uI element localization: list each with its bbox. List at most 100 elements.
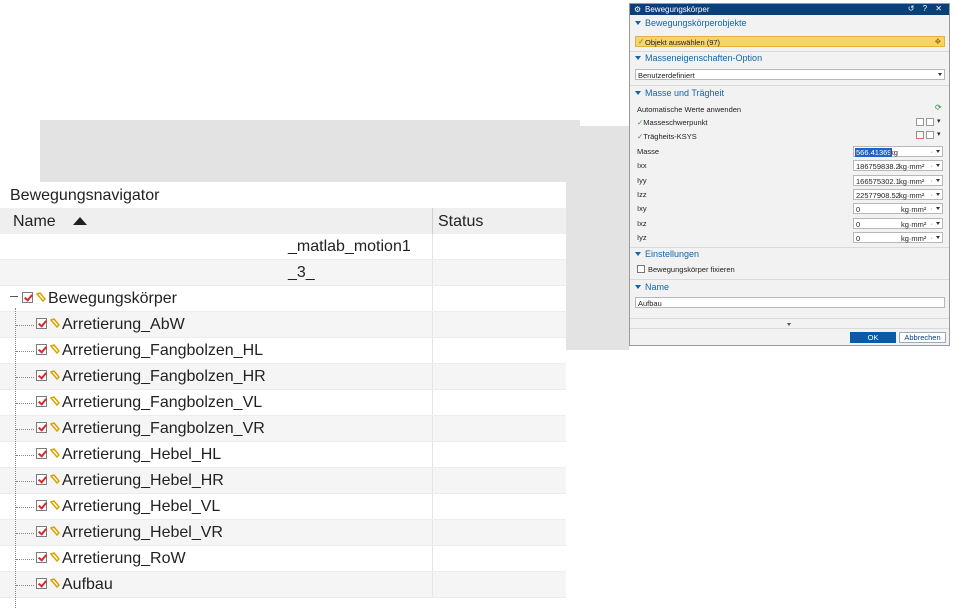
chevron-down-icon[interactable] bbox=[936, 150, 940, 153]
column-status-header[interactable]: Status bbox=[438, 213, 483, 231]
csys-dialog-icon[interactable] bbox=[916, 131, 924, 139]
row-label: Arretierung_Fangbolzen_HL bbox=[62, 342, 264, 359]
formula-menu-icon[interactable]: · bbox=[931, 161, 934, 170]
section-mass-option-header[interactable]: Masseneigenschaften-Option bbox=[635, 53, 762, 63]
mass-option-select[interactable]: Benutzerdefiniert bbox=[635, 69, 945, 80]
chevron-down-icon[interactable] bbox=[936, 207, 940, 210]
tree-row[interactable]: _matlab_motion1 bbox=[0, 234, 566, 260]
field-value: 566.41369 bbox=[855, 148, 893, 157]
value-field[interactable]: 0 kg·mm² · bbox=[853, 218, 943, 229]
field-value: 0 bbox=[856, 234, 861, 243]
select-object-label: Objekt auswählen (97) bbox=[645, 38, 721, 47]
visibility-checkbox[interactable] bbox=[36, 318, 47, 329]
visibility-checkbox[interactable] bbox=[36, 344, 47, 355]
field-value: 186759838.2 bbox=[856, 162, 900, 171]
tree-row[interactable]: Arretierung_Hebel_VL bbox=[0, 494, 566, 520]
chevron-down-icon[interactable] bbox=[936, 236, 940, 239]
section-settings-header[interactable]: Einstellungen bbox=[635, 249, 699, 259]
inertia-csys-row: ✓Trägheits-KSYS bbox=[637, 132, 697, 141]
tree-row-root[interactable]: Bewegungskörper bbox=[0, 286, 566, 312]
visibility-checkbox[interactable] bbox=[22, 292, 33, 303]
tree-connector bbox=[16, 481, 34, 482]
column-divider[interactable] bbox=[432, 208, 433, 234]
visibility-checkbox[interactable] bbox=[36, 448, 47, 459]
status-cell bbox=[432, 286, 566, 311]
visibility-checkbox[interactable] bbox=[36, 396, 47, 407]
tree-row[interactable]: Arretierung_Fangbolzen_HL bbox=[0, 338, 566, 364]
field-value: 22577908.52 bbox=[856, 191, 900, 200]
pick-icon[interactable]: ✥ bbox=[935, 37, 941, 46]
motion-body-icon bbox=[50, 344, 60, 354]
apply-auto-icon[interactable]: ⟳ bbox=[935, 103, 942, 112]
visibility-checkbox[interactable] bbox=[36, 370, 47, 381]
tree-connector bbox=[16, 325, 34, 326]
row-label: Arretierung_RoW bbox=[62, 550, 186, 567]
titlebar-buttons[interactable]: ↺ ? ✕ bbox=[908, 4, 945, 13]
visibility-checkbox[interactable] bbox=[36, 552, 47, 563]
point-inferred-icon[interactable] bbox=[926, 118, 934, 126]
chevron-down-icon[interactable] bbox=[936, 193, 940, 196]
field-value: 0 bbox=[856, 205, 861, 214]
value-field[interactable]: 0 kg·mm² · bbox=[853, 203, 943, 214]
auto-values-label: Automatische Werte anwenden bbox=[637, 105, 742, 114]
tree-row[interactable]: Arretierung_Fangbolzen_VL bbox=[0, 390, 566, 416]
tree-row[interactable]: Arretierung_AbW bbox=[0, 312, 566, 338]
field-label: Iyz bbox=[637, 233, 647, 242]
formula-menu-icon[interactable]: · bbox=[931, 219, 934, 228]
chevron-down-icon[interactable]: ▾ bbox=[937, 130, 941, 138]
expand-more-icon[interactable] bbox=[787, 323, 791, 326]
csys-inferred-icon[interactable] bbox=[926, 131, 934, 139]
section-objects-header[interactable]: Bewegungskörperobjekte bbox=[635, 18, 747, 28]
column-name-header[interactable]: Name bbox=[13, 213, 56, 231]
tree-row[interactable]: Arretierung_Hebel_VR bbox=[0, 520, 566, 546]
formula-menu-icon[interactable]: · bbox=[931, 233, 934, 242]
row-label: _matlab_motion1 bbox=[288, 238, 411, 255]
point-dialog-icon[interactable] bbox=[916, 118, 924, 126]
tree-row[interactable]: Arretierung_Hebel_HR bbox=[0, 468, 566, 494]
value-field[interactable]: 186759838.2 kg·mm² · bbox=[853, 160, 943, 171]
value-field[interactable]: 566.41369 kg · bbox=[853, 146, 943, 157]
formula-menu-icon[interactable]: · bbox=[931, 147, 934, 156]
status-cell bbox=[432, 442, 566, 467]
visibility-checkbox[interactable] bbox=[36, 422, 47, 433]
motion-body-dialog: ⚙ Bewegungskörper ↺ ? ✕ Bewegungskörpero… bbox=[629, 3, 950, 346]
chevron-down-icon[interactable] bbox=[936, 179, 940, 182]
status-cell bbox=[432, 520, 566, 545]
inertia-csys-label: Trägheits-KSYS bbox=[643, 132, 697, 141]
dialog-titlebar[interactable]: ⚙ Bewegungskörper ↺ ? ✕ bbox=[630, 4, 949, 15]
visibility-checkbox[interactable] bbox=[36, 500, 47, 511]
sort-ascending-icon[interactable] bbox=[73, 217, 87, 225]
ok-button[interactable]: OK bbox=[850, 332, 896, 343]
select-object-field[interactable]: ✓ Objekt auswählen (97) ✥ bbox=[635, 36, 945, 47]
tree-row[interactable]: Arretierung_RoW bbox=[0, 546, 566, 572]
visibility-checkbox[interactable] bbox=[36, 474, 47, 485]
field-label: Iyy bbox=[637, 176, 647, 185]
row-label: Arretierung_Hebel_HR bbox=[62, 472, 224, 489]
tree-row[interactable]: _3_ bbox=[0, 260, 566, 286]
formula-menu-icon[interactable]: · bbox=[931, 204, 934, 213]
motion-body-icon bbox=[50, 396, 60, 406]
formula-menu-icon[interactable]: · bbox=[931, 190, 934, 199]
section-mass-inertia-header[interactable]: Masse und Trägheit bbox=[635, 88, 724, 98]
tree-row[interactable]: Arretierung_Fangbolzen_HR bbox=[0, 364, 566, 390]
tree-row[interactable]: Arretierung_Hebel_HL bbox=[0, 442, 566, 468]
visibility-checkbox[interactable] bbox=[36, 526, 47, 537]
chevron-down-icon[interactable] bbox=[936, 164, 940, 167]
visibility-checkbox[interactable] bbox=[36, 578, 47, 589]
tree-row[interactable]: Aufbau bbox=[0, 572, 566, 598]
value-field[interactable]: 22577908.52 kg·mm² · bbox=[853, 189, 943, 200]
value-field[interactable]: 0 kg·mm² · bbox=[853, 232, 943, 243]
name-input[interactable]: Aufbau bbox=[635, 297, 945, 308]
chevron-down-icon[interactable]: ▾ bbox=[937, 117, 941, 125]
section-name-header[interactable]: Name bbox=[635, 282, 669, 292]
collapse-icon[interactable] bbox=[10, 296, 18, 297]
cancel-button[interactable]: Abbrechen bbox=[899, 332, 946, 343]
formula-menu-icon[interactable]: · bbox=[931, 176, 934, 185]
value-field[interactable]: 166575302.1 kg·mm² · bbox=[853, 175, 943, 186]
motion-body-icon bbox=[50, 578, 60, 588]
motion-body-icon bbox=[50, 422, 60, 432]
fix-body-checkbox[interactable] bbox=[637, 265, 645, 273]
collapse-triangle-icon bbox=[635, 56, 641, 60]
chevron-down-icon[interactable] bbox=[936, 222, 940, 225]
tree-row[interactable]: Arretierung_Fangbolzen_VR bbox=[0, 416, 566, 442]
